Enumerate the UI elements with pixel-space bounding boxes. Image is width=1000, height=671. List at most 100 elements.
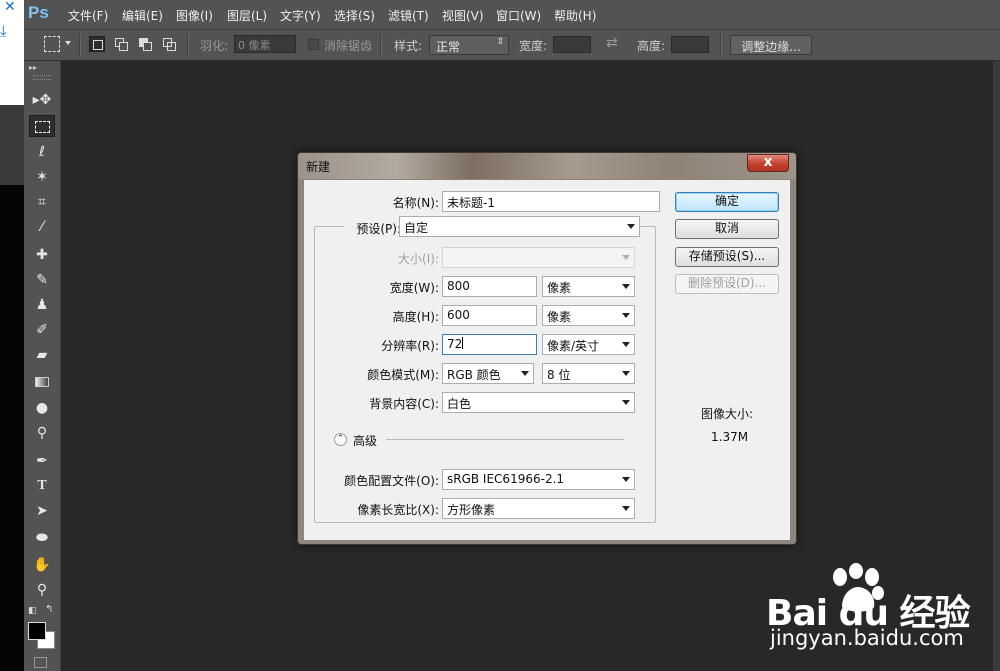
bit-depth-select[interactable]: 8 位	[542, 363, 635, 384]
background-contents-select[interactable]: 白色	[442, 392, 635, 413]
new-selection-icon[interactable]	[89, 36, 105, 52]
history-brush-tool-icon[interactable]: ✐	[29, 319, 55, 341]
eraser-tool-icon[interactable]: ▰	[29, 344, 55, 366]
dropdown-arrow-icon	[622, 506, 630, 511]
antialias-label: 消除锯齿	[324, 39, 373, 53]
width-unit-select[interactable]: 像素	[542, 276, 635, 297]
dropdown-arrow-icon	[622, 477, 630, 482]
preset-label: 预设(P):	[344, 220, 403, 237]
menu-help[interactable]: 帮助(H)	[554, 7, 596, 24]
height-label: 高度(H):	[392, 310, 439, 324]
height-label: 高度:	[637, 39, 666, 53]
type-tool-icon[interactable]: T	[29, 475, 55, 497]
preset-dropdown-icon[interactable]	[65, 41, 71, 45]
menu-edit[interactable]: 编辑(E)	[122, 7, 163, 24]
foreground-color-swatch[interactable]	[28, 622, 46, 640]
ellipse-tool-icon[interactable]: ⬬	[29, 527, 55, 549]
menu-type[interactable]: 文字(Y)	[280, 7, 321, 24]
save-preset-button[interactable]: 存储预设(S)...	[675, 247, 779, 267]
dodge-tool-icon[interactable]: ⚲	[29, 422, 55, 444]
eyedropper-tool-icon[interactable]: ⁄	[29, 216, 55, 238]
background-contents-value: 白色	[447, 397, 472, 411]
height-input[interactable]: 600	[442, 305, 537, 326]
width-input[interactable]	[553, 36, 591, 53]
image-size-value: 1.37M	[711, 430, 749, 444]
swap-colors-icon[interactable]: ↰	[45, 604, 53, 615]
resolution-unit-select[interactable]: 像素/英寸	[542, 334, 635, 355]
style-select[interactable]: 正常 ⇕	[429, 35, 509, 55]
path-selection-tool-icon[interactable]: ➤	[29, 500, 55, 522]
brush-tool-icon[interactable]: ✎	[29, 269, 55, 291]
gradient-tool-icon[interactable]	[29, 371, 55, 393]
height-input[interactable]	[671, 36, 709, 53]
menu-image[interactable]: 图像(I)	[176, 7, 213, 24]
dropdown-arrow-icon	[622, 371, 630, 376]
color-mode-select[interactable]: RGB 颜色	[442, 363, 534, 384]
close-icon: x	[763, 154, 773, 170]
right-panel-edge	[993, 61, 1000, 671]
pixel-aspect-ratio-select[interactable]: 方形像素	[442, 498, 635, 519]
delete-preset-button: 删除预设(D)...	[675, 274, 779, 294]
preset-select[interactable]: 自定	[399, 216, 640, 237]
menu-bar: Ps 文件(F) 编辑(E) 图像(I) 图层(L) 文字(Y) 选择(S) 滤…	[24, 0, 1000, 30]
close-icon[interactable]: ✕	[4, 0, 16, 15]
swap-dimensions-icon[interactable]: ⇄	[606, 35, 618, 51]
collapse-advanced-icon[interactable]: ⌃	[334, 433, 347, 446]
advanced-label[interactable]: 高级	[353, 432, 377, 449]
download-icon[interactable]: ⤓	[0, 22, 7, 40]
separator	[187, 34, 189, 56]
dropdown-arrow-icon	[622, 400, 630, 405]
healing-brush-tool-icon[interactable]: ✚	[29, 244, 55, 266]
subtract-from-selection-icon[interactable]	[137, 36, 153, 52]
rectangular-marquee-tool-icon[interactable]	[29, 115, 55, 137]
magic-wand-tool-icon[interactable]: ✶	[29, 166, 55, 188]
resolution-input[interactable]: 72	[442, 334, 537, 355]
menu-layer[interactable]: 图层(L)	[227, 7, 267, 24]
close-button[interactable]: x	[747, 154, 789, 172]
clone-stamp-tool-icon[interactable]: ♟	[29, 294, 55, 316]
width-input[interactable]: 800	[442, 276, 537, 297]
color-profile-select[interactable]: sRGB IEC61966-2.1	[442, 469, 635, 490]
name-input[interactable]: 未标题-1	[442, 191, 660, 212]
antialias-checkbox[interactable]	[308, 39, 319, 50]
pixel-aspect-ratio-value: 方形像素	[447, 503, 496, 517]
add-to-selection-icon[interactable]	[113, 36, 129, 52]
blur-tool-icon[interactable]: ●	[29, 397, 55, 419]
cancel-button[interactable]: 取消	[675, 219, 779, 239]
default-colors-icon[interactable]: ◧	[28, 606, 37, 616]
options-bar: 羽化: 0 像素 消除锯齿 样式: 正常 ⇕ 宽度: ⇄ 高度: 调整边缘...	[24, 30, 1000, 61]
move-tool-icon[interactable]: ▸✥	[29, 89, 55, 111]
new-document-dialog: 新建 x 名称(N): 未标题-1 预设(P): 自定 大小(I): 宽度(W)…	[297, 152, 797, 545]
menu-window[interactable]: 窗口(W)	[496, 7, 541, 24]
collapse-panel-icon[interactable]: ▸▸	[29, 63, 37, 72]
ok-button[interactable]: 确定	[675, 192, 779, 212]
text-cursor	[462, 337, 464, 349]
dropdown-arrow-icon	[622, 313, 630, 318]
tools-panel: ▸▸ ▸✥ ℓ ✶ ⌗ ⁄ ✚ ✎ ♟ ✐ ▰ ● ⚲ ✒ T ➤ ⬬ ✋ ⚲ …	[24, 61, 61, 671]
image-size-label: 图像大小:	[701, 407, 754, 421]
menu-file[interactable]: 文件(F)	[68, 7, 108, 24]
resolution-unit-value: 像素/英寸	[547, 339, 600, 353]
intersect-selection-icon[interactable]	[161, 36, 177, 52]
height-unit-select[interactable]: 像素	[542, 305, 635, 326]
menu-select[interactable]: 选择(S)	[334, 7, 375, 24]
hand-tool-icon[interactable]: ✋	[29, 554, 55, 576]
name-label: 名称(N):	[392, 196, 439, 210]
menu-filter[interactable]: 滤镜(T)	[388, 7, 429, 24]
bit-depth-value: 8 位	[547, 368, 571, 382]
zoom-tool-icon[interactable]: ⚲	[29, 579, 55, 601]
crop-tool-icon[interactable]: ⌗	[29, 191, 55, 213]
separator	[79, 34, 81, 56]
dialog-titlebar[interactable]: 新建 x	[298, 153, 796, 179]
marquee-preset-icon[interactable]	[44, 36, 60, 52]
menu-view[interactable]: 视图(V)	[442, 7, 484, 24]
panel-grip[interactable]	[33, 75, 51, 80]
color-profile-value: sRGB IEC61966-2.1	[447, 472, 565, 486]
width-label: 宽度:	[519, 39, 548, 53]
feather-input[interactable]: 0 像素	[234, 35, 296, 53]
quick-mask-icon[interactable]	[34, 657, 47, 668]
lasso-tool-icon[interactable]: ℓ	[29, 141, 55, 163]
feather-label: 羽化:	[200, 39, 229, 53]
pen-tool-icon[interactable]: ✒	[29, 450, 55, 472]
refine-edge-button[interactable]: 调整边缘...	[730, 35, 812, 55]
